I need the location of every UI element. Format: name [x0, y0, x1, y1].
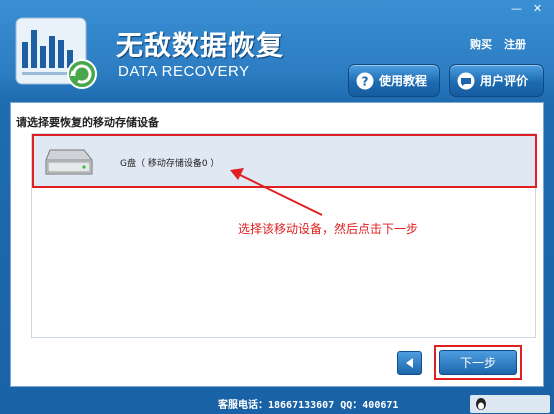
arrow-left-icon	[405, 358, 413, 368]
watermark	[470, 395, 550, 413]
removable-drive-icon	[45, 149, 93, 175]
device-item-g-drive[interactable]: G盘（ 移动存储设备0 ）	[32, 134, 537, 188]
svg-text:?: ?	[362, 74, 369, 88]
app-subtitle: DATA RECOVERY	[118, 63, 250, 80]
app-logo-icon	[15, 17, 97, 89]
tutorial-label: 使用教程	[379, 74, 428, 88]
app-window: — ✕ 无敌数据恢复 DATA RECOVERY 购买 注册 ? 使用教程 用户…	[0, 0, 554, 414]
annotation-text: 选择该移动设备，然后点击下一步	[238, 222, 419, 236]
chat-bubble-icon	[457, 72, 475, 89]
register-link[interactable]: 注册	[504, 36, 526, 52]
close-button[interactable]: ✕	[527, 0, 548, 16]
app-title: 无敌数据恢复	[116, 31, 284, 62]
device-label: G盘（ 移动存储设备0 ）	[120, 159, 220, 169]
review-button[interactable]: 用户评价	[449, 64, 544, 97]
question-icon: ?	[356, 72, 374, 89]
minimize-button[interactable]: —	[506, 0, 527, 16]
tutorial-button[interactable]: ? 使用教程	[348, 64, 440, 97]
back-button[interactable]	[397, 351, 422, 375]
penguin-icon	[476, 398, 486, 410]
panel-heading: 请选择要恢复的移动存储设备	[16, 116, 159, 129]
contact-info: 客服电话：18667133607 QQ：400671	[218, 400, 399, 411]
review-label: 用户评价	[480, 74, 529, 88]
next-button-highlight: 下一步	[434, 345, 522, 380]
buy-link[interactable]: 购买	[470, 36, 492, 52]
next-button[interactable]: 下一步	[439, 350, 517, 375]
